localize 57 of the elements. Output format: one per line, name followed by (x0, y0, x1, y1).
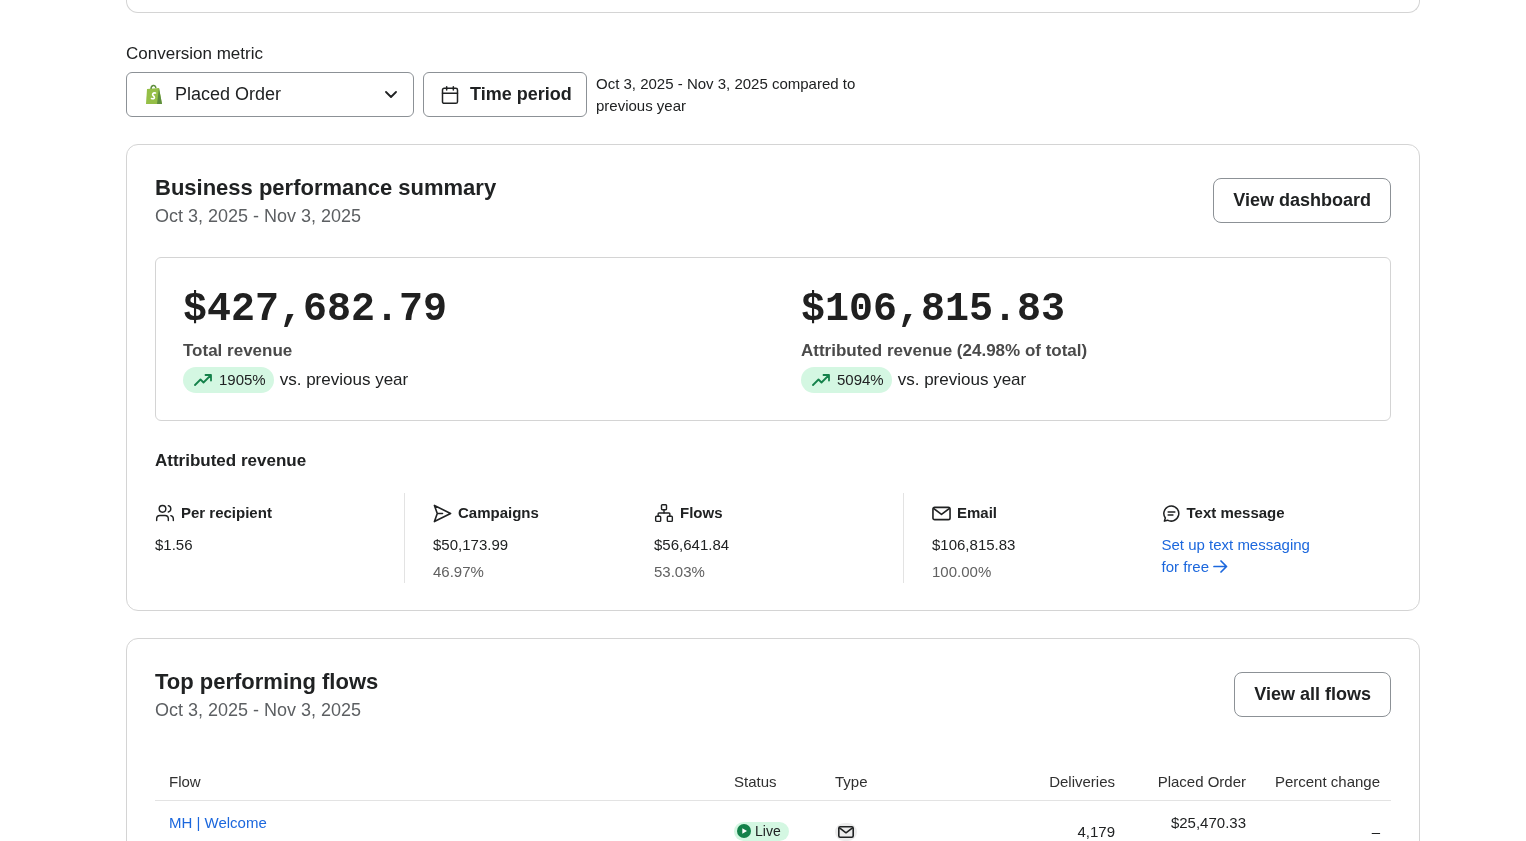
stat-label: Per recipient (181, 502, 272, 523)
time-period-button[interactable]: Time period (423, 72, 587, 117)
change-badge: 1905% (183, 367, 274, 393)
stat-value: $50,173.99 (433, 535, 510, 555)
column-header: Placed Order (1156, 772, 1247, 792)
play-icon (737, 824, 751, 838)
stat-share: 100.00% (932, 562, 993, 582)
stat-value: $106,815.83 (932, 535, 1017, 555)
message-icon (1161, 503, 1181, 523)
stat-share: 46.97% (433, 562, 485, 582)
send-icon (433, 503, 452, 523)
revenue-label: Attributed revenue (24.98% of total) (801, 340, 1088, 362)
column-header: Percent change (1273, 772, 1381, 792)
card-title: Business performance summary (155, 174, 497, 202)
date-range: Oct 3, 2025 - Nov 3, 2025 (155, 205, 363, 228)
column-header: Status (733, 772, 778, 792)
dropdown-value: Placed Order (175, 83, 282, 106)
date-range: Oct 3, 2025 - Nov 3, 2025 (155, 699, 363, 722)
view-all-flows-button[interactable]: View all flows (1234, 672, 1391, 717)
mail-icon (932, 505, 951, 521)
stat-label: Text message (1186, 502, 1285, 523)
trend-up-icon (812, 374, 830, 386)
stat-label: Email (957, 502, 998, 523)
change-badge: 5094% (801, 367, 892, 393)
field-label: Conversion metric (126, 43, 264, 65)
revenue-amount: $427,682.79 (183, 286, 448, 334)
calendar-icon (440, 84, 460, 105)
stat-label: Campaigns (458, 502, 539, 523)
change-note: vs. previous year (279, 369, 409, 392)
text-messaging-link[interactable]: Set up text messaging for free (1161, 534, 1332, 578)
table-cell: – (1371, 823, 1380, 840)
column-header: Deliveries (1048, 772, 1116, 792)
mail-icon (835, 823, 857, 841)
change-note: vs. previous year (897, 369, 1027, 392)
comparison-note: Oct 3, 2025 - Nov 3, 2025 compared to previous year (596, 74, 857, 116)
flow-link[interactable]: MH | Welcome (169, 814, 267, 831)
view-dashboard-button[interactable]: View dashboard (1213, 178, 1391, 223)
users-icon (155, 503, 175, 523)
stat-value: $1.56 (155, 535, 194, 555)
arrow-right-icon (1213, 560, 1229, 573)
stat-share: 53.03% (654, 562, 706, 582)
shopping-bag-icon (145, 84, 163, 105)
column-header: Type (834, 772, 869, 792)
revenue-label: Total revenue (183, 340, 293, 362)
section-heading: Attributed revenue (155, 450, 308, 472)
stat-label: Flows (680, 502, 723, 523)
status-badge: Live (734, 821, 789, 841)
network-icon (654, 503, 674, 523)
metric-dropdown[interactable]: Placed Order (126, 72, 414, 117)
table-cell: 4,179 (1077, 823, 1115, 840)
revenue-amount: $106,815.83 (801, 286, 1066, 334)
table-cell: $25,470.33 (1170, 814, 1246, 831)
stat-value: $56,641.84 (654, 535, 731, 555)
card-title: Top performing flows (155, 668, 379, 696)
trend-up-icon (194, 374, 212, 386)
chevron-down-icon (385, 91, 397, 98)
column-header: Flow (168, 772, 202, 792)
